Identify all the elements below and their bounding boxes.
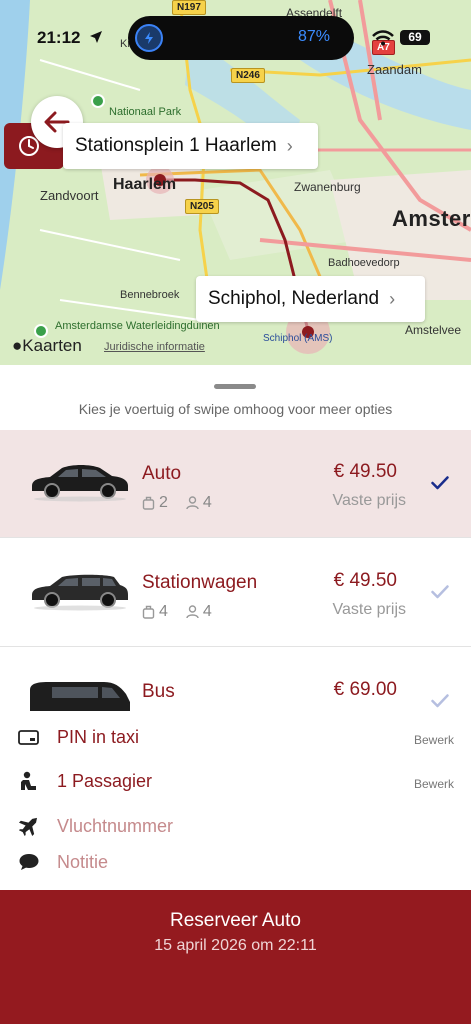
vehicle-name: Auto	[142, 463, 182, 484]
map-label-badhoevedorp: Badhoevedorp	[328, 257, 400, 269]
chevron-right-icon: ›	[286, 135, 293, 156]
vehicle-name: Stationwagen	[142, 572, 258, 593]
luggage-count: 4	[159, 603, 168, 620]
sheet-header[interactable]: Kies je voertuig of swipe omhoog voor me…	[0, 365, 471, 430]
charge-percent: 87%	[298, 28, 331, 45]
sedan-car-icon	[32, 465, 128, 502]
reserve-button[interactable]: Reserveer Auto 15 april 2026 om 22:11	[0, 890, 471, 1024]
person-icon	[186, 605, 199, 619]
note-row[interactable]: Notitie	[0, 842, 471, 882]
luggage-icon	[142, 496, 155, 510]
pickup-address-callout[interactable]: Stationsplein 1 Haarlem ›	[63, 123, 318, 169]
vehicle-price-note: Vaste prijs	[332, 601, 406, 618]
ev-charging-icon	[135, 24, 163, 52]
vehicle-price-note: Vaste prijs	[332, 492, 406, 509]
sheet-hint: Kies je voertuig of swipe omhoog voor me…	[78, 401, 393, 417]
checkmark-icon	[431, 476, 449, 490]
legal-link[interactable]: Juridische informatie	[104, 341, 205, 353]
map-label-amstelveen: Amstelvee	[405, 323, 462, 337]
card-terminal-icon	[18, 730, 39, 745]
apple-logo-icon: ●	[12, 336, 23, 355]
flight-number-row[interactable]: Vluchtnummer	[0, 806, 471, 846]
battery-indicator: 69	[400, 30, 430, 45]
booking-options: PIN in taxi Bewerk 1 Passagier Bewerk Vl…	[0, 711, 471, 891]
reserve-date: 15 april 2026 om 22:11	[154, 937, 317, 954]
map-label-amsterdam: Amster	[392, 206, 471, 231]
seated-passenger-icon	[21, 771, 36, 790]
destination-address-callout[interactable]: Schiphol, Nederland ›	[196, 276, 425, 322]
road-tag-n246: N246	[231, 68, 265, 83]
sheet-grabber[interactable]	[214, 384, 256, 389]
payment-option-row[interactable]: PIN in taxi Bewerk	[0, 717, 471, 757]
map-label-nationaal-park: Nationaal Park	[109, 106, 182, 118]
passenger-count-label: 1 Passagier	[57, 771, 153, 791]
station-wagon-icon	[32, 574, 128, 611]
map-label-haarlem: Haarlem	[113, 176, 177, 193]
vehicle-price: € 49.50	[333, 570, 397, 591]
destination-address: Schiphol, Nederland	[208, 288, 380, 309]
passenger-count: 4	[202, 603, 212, 620]
maps-attribution: ●Kaarten	[12, 336, 82, 356]
location-arrow-icon	[90, 31, 102, 43]
passenger-count: 4	[202, 494, 212, 511]
vehicle-capacity: 2 4	[142, 494, 212, 512]
vehicle-option-bus[interactable]: Bus € 69.00	[0, 648, 471, 711]
vehicle-capacity: 4 4	[142, 603, 212, 621]
edit-payment-button[interactable]: Bewerk	[414, 733, 454, 747]
luggage-count: 2	[159, 494, 168, 511]
speech-bubble-icon	[19, 854, 39, 870]
road-tag-n197: N197	[172, 0, 206, 15]
van-icon	[30, 682, 130, 711]
checkmark-icon	[431, 585, 449, 599]
person-icon	[186, 496, 199, 510]
park-icon	[91, 94, 105, 108]
payment-method-label: PIN in taxi	[57, 727, 140, 747]
luggage-icon	[142, 605, 155, 619]
edit-passengers-button[interactable]: Bewerk	[414, 777, 454, 791]
reserve-title: Reserveer Auto	[170, 910, 301, 931]
vehicle-option-auto[interactable]: Auto 2 4 € 49.50 Vaste prijs	[0, 430, 471, 538]
note-field[interactable]: Notitie	[57, 852, 108, 873]
map-label-zandvoort: Zandvoort	[40, 188, 99, 203]
map-label-zwanenburg: Zwanenburg	[294, 180, 361, 194]
map-label-bennebroek: Bennebroek	[120, 289, 180, 301]
checkmark-icon	[431, 694, 449, 708]
chevron-right-icon: ›	[389, 288, 396, 309]
passengers-option-row[interactable]: 1 Passagier Bewerk	[0, 761, 471, 801]
status-time: 21:12	[37, 28, 81, 47]
vehicle-price: € 49.50	[333, 461, 397, 482]
road-tag-n205: N205	[185, 199, 219, 214]
airplane-icon	[18, 817, 37, 836]
map-label-schiphol: Schiphol (AMS)	[263, 333, 333, 344]
wifi-icon	[372, 30, 394, 46]
vehicle-name: Bus	[142, 681, 175, 702]
vehicle-option-stationwagen[interactable]: Stationwagen 4 4 € 49.50 Vaste prijs	[0, 539, 471, 647]
maps-credit-text: Kaarten	[22, 336, 82, 355]
pickup-address: Stationsplein 1 Haarlem	[75, 135, 277, 156]
flight-number-field[interactable]: Vluchtnummer	[57, 816, 173, 837]
vehicle-price: € 69.00	[333, 679, 397, 700]
map-label-zaandam: Zaandam	[367, 62, 422, 77]
